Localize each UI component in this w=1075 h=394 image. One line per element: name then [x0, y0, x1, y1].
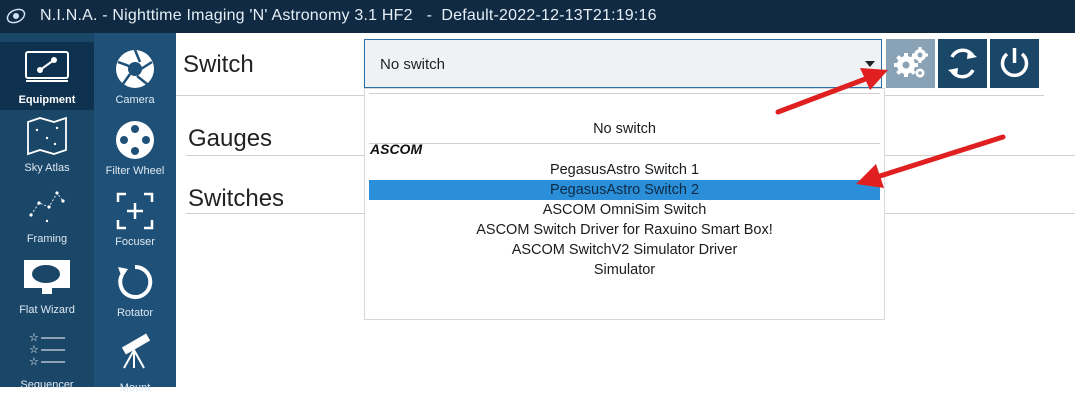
gauges-heading: Gauges: [188, 125, 273, 152]
nav-equipment[interactable]: Equipment: [0, 42, 94, 110]
dropdown-option[interactable]: PegasusAstro Switch 1: [369, 160, 880, 180]
nav-rotator-label: Rotator: [116, 307, 154, 319]
dropdown-option[interactable]: ASCOM Switch Driver for Raxuino Smart Bo…: [369, 220, 880, 240]
nav-sequencer-label: Sequencer: [20, 379, 74, 391]
dropdown-option-no-switch[interactable]: No switch: [369, 119, 880, 139]
focuser-icon: [116, 192, 154, 230]
dropdown-option[interactable]: Simulator: [369, 260, 880, 280]
nav-rotator[interactable]: Rotator: [94, 255, 176, 323]
switch-heading: Switch: [183, 51, 254, 78]
gear-icon: [894, 47, 928, 78]
switch-panel: Switch Gauges Switches No switch No swit…: [176, 33, 1075, 387]
nav-camera[interactable]: Camera: [94, 42, 176, 110]
switch-selector[interactable]: No switch: [364, 39, 882, 88]
sequence-list-icon: ☆ ☆ ☆: [29, 331, 65, 368]
dropdown-top-separator: [369, 93, 880, 94]
nav-mount[interactable]: Mount: [94, 326, 176, 394]
flat-panel-icon: [24, 260, 70, 294]
window-title: N.I.N.A. - Nighttime Imaging 'N' Astrono…: [40, 7, 657, 24]
primary-sidebar: Equipment Sky Atlas Framing Flat Wizard …: [0, 33, 94, 391]
dropdown-group-ascom: ASCOM: [370, 141, 423, 157]
telescope-icon: [121, 333, 151, 369]
switch-selector-value: No switch: [380, 56, 446, 73]
nav-sequencer[interactable]: ☆ ☆ ☆ Sequencer: [0, 323, 94, 391]
connect-power-button[interactable]: [990, 39, 1039, 88]
dropdown-option[interactable]: ASCOM SwitchV2 Simulator Driver: [369, 240, 880, 260]
nav-sky-atlas[interactable]: Sky Atlas: [0, 110, 94, 178]
nav-focuser[interactable]: Focuser: [94, 184, 176, 252]
constellation-icon: [29, 191, 65, 223]
nav-filter-wheel-label: Filter Wheel: [105, 165, 165, 177]
plug-icon: [25, 51, 69, 82]
filter-wheel-icon: [116, 121, 154, 159]
nav-framing-label: Framing: [26, 233, 68, 245]
dropdown-group-separator: [369, 143, 880, 144]
switch-dropdown-list: No switch ASCOM PegasusAstro Switch 1 Pe…: [364, 88, 885, 320]
title-bar: N.I.N.A. - Nighttime Imaging 'N' Astrono…: [0, 0, 1075, 33]
equipment-sidebar: Camera Filter Wheel Focuser Rotator Moun…: [94, 33, 176, 394]
switch-settings-button[interactable]: [886, 39, 935, 88]
nav-equipment-label: Equipment: [18, 94, 76, 106]
refresh-devices-button[interactable]: [938, 39, 987, 88]
nav-flat-wizard-label: Flat Wizard: [19, 304, 75, 316]
dropdown-option[interactable]: ASCOM OmniSim Switch: [369, 200, 880, 220]
nav-mount-label: Mount: [119, 382, 151, 394]
nina-logo-icon: [6, 8, 26, 24]
rotator-icon: [118, 264, 153, 299]
refresh-icon: [948, 48, 977, 79]
chevron-down-icon[interactable]: [865, 61, 875, 67]
switches-heading: Switches: [188, 185, 285, 212]
nav-focuser-label: Focuser: [115, 236, 155, 248]
svg-text:☆: ☆: [29, 355, 39, 368]
nav-camera-label: Camera: [115, 94, 155, 106]
nav-filter-wheel[interactable]: Filter Wheel: [94, 113, 176, 181]
dropdown-option-selected[interactable]: PegasusAstro Switch 2: [369, 180, 880, 200]
nav-framing[interactable]: Framing: [0, 181, 94, 249]
nav-sky-atlas-label: Sky Atlas: [24, 162, 70, 174]
nav-flat-wizard[interactable]: Flat Wizard: [0, 252, 94, 320]
power-icon: [1000, 48, 1029, 78]
camera-aperture-icon: [116, 49, 154, 88]
star-map-icon: [27, 116, 67, 156]
